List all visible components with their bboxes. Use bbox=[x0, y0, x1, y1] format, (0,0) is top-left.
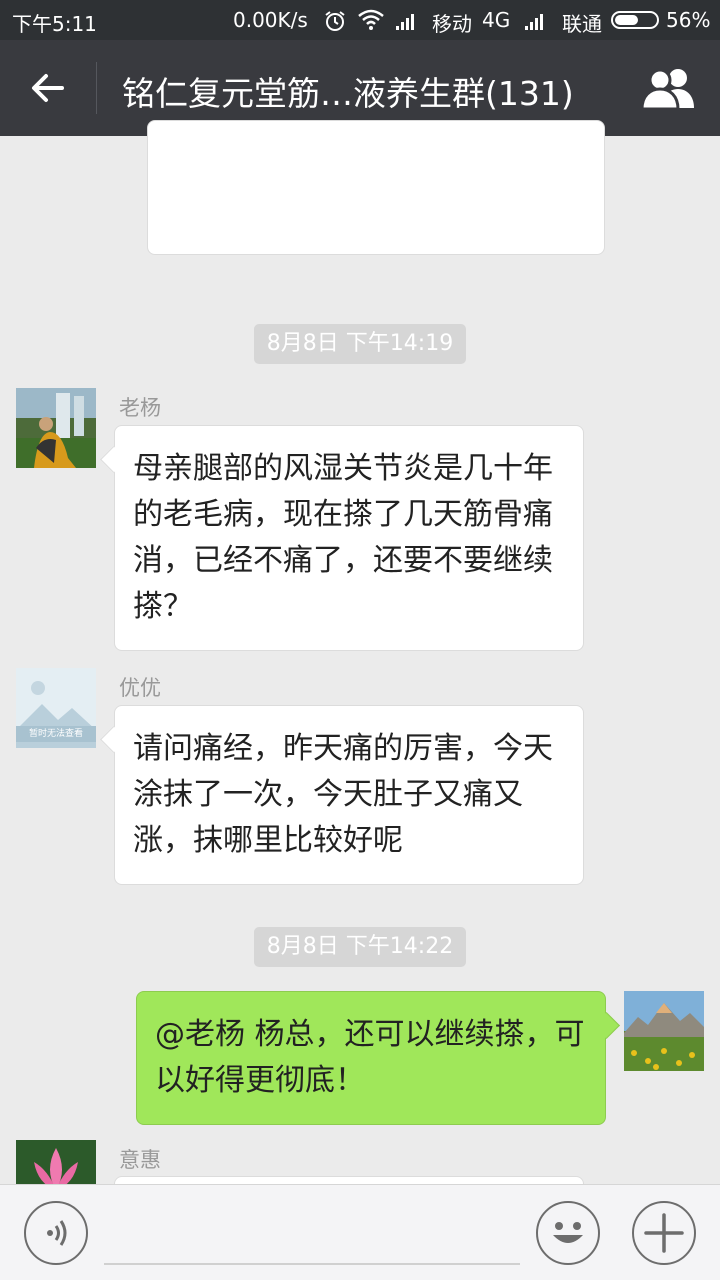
sender-name: 老杨 bbox=[119, 396, 161, 420]
emoji-icon bbox=[553, 1222, 583, 1243]
chat-title: 铭仁复元堂筋…液养生群(131) bbox=[122, 74, 574, 113]
signal-icon-2 bbox=[525, 12, 547, 30]
message-bubble[interactable]: 母亲腿部的风湿关节炎是几十年的老毛病，现在搽了几天筋骨痛消，已经不痛了，还要不要… bbox=[114, 425, 584, 651]
network-speed: 0.00K/s bbox=[233, 8, 308, 32]
battery-icon bbox=[611, 11, 659, 29]
timestamp: 8月8日 下午14:19 bbox=[254, 324, 466, 364]
avatar-caption: 暂时无法查看 bbox=[28, 729, 83, 739]
battery-percent: 56% bbox=[666, 8, 711, 32]
avatar-laoyang[interactable] bbox=[16, 388, 96, 468]
voice-icon bbox=[47, 1220, 67, 1246]
avatar-youyou[interactable]: 暂时无法查看 bbox=[16, 668, 96, 748]
voice-button[interactable] bbox=[24, 1201, 88, 1265]
input-bar bbox=[0, 1184, 720, 1280]
timestamp: 8月8日 下午14:22 bbox=[254, 927, 466, 967]
carrier-1: 移动 bbox=[432, 12, 472, 36]
sender-name: 意惠 bbox=[119, 1148, 161, 1172]
plus-button[interactable] bbox=[632, 1201, 696, 1265]
message-bubble-outgoing[interactable]: @老杨 杨总，还可以继续搽，可以好得更彻底！ bbox=[136, 991, 606, 1125]
wifi-icon bbox=[358, 9, 384, 30]
signal-icon bbox=[396, 12, 418, 30]
message-input[interactable] bbox=[104, 1263, 520, 1265]
sender-name: 优优 bbox=[119, 676, 161, 700]
previous-message-bubble[interactable] bbox=[147, 120, 605, 255]
message-bubble[interactable]: 请问痛经，昨天痛的厉害，今天涂抹了一次，今天肚子又痛又涨，抹哪里比较好呢 bbox=[114, 705, 584, 885]
alarm-icon bbox=[325, 11, 345, 31]
group-icon[interactable] bbox=[640, 66, 702, 110]
status-time: 下午5:11 bbox=[12, 12, 97, 36]
emoji-button[interactable] bbox=[536, 1201, 600, 1265]
carrier-2: 联通 bbox=[562, 12, 602, 36]
network-type: 4G bbox=[482, 8, 511, 32]
arrow-left-icon[interactable] bbox=[28, 68, 68, 108]
avatar-self[interactable] bbox=[624, 991, 704, 1071]
status-bar: 下午5:11 0.00K/s 移动 4G 联通 56% bbox=[0, 0, 720, 40]
plus-icon bbox=[644, 1213, 684, 1253]
header-divider bbox=[96, 62, 97, 114]
